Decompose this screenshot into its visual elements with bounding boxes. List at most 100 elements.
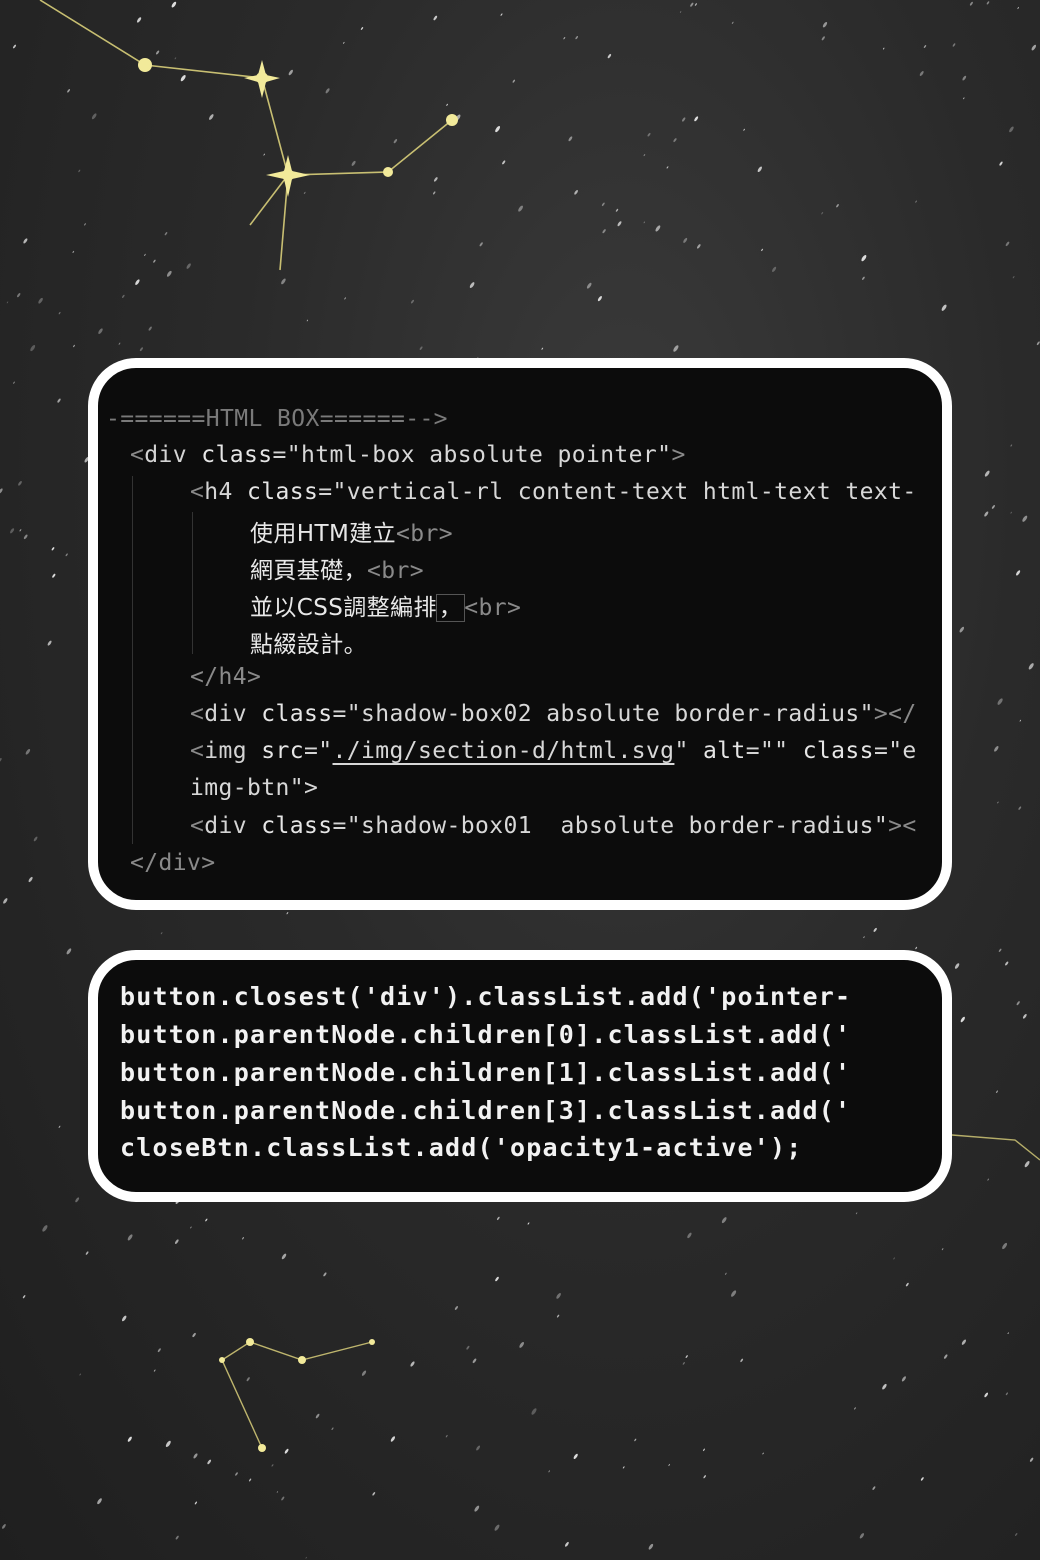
star-speck — [1015, 1533, 1018, 1536]
indent-guide — [132, 476, 133, 844]
star-speck — [882, 1383, 887, 1390]
star-speck — [164, 232, 168, 236]
star-speck — [410, 1361, 415, 1367]
star-speck — [58, 311, 61, 315]
star-speck — [281, 1496, 285, 1501]
star-speck — [995, 1090, 999, 1094]
star-speck — [615, 208, 619, 212]
star-speck — [47, 640, 52, 646]
star-speck — [186, 263, 191, 269]
star-speck — [855, 1212, 858, 1215]
tag-name: img — [204, 738, 262, 764]
star-speck — [743, 128, 745, 131]
star-speck — [284, 1448, 289, 1454]
star-speck — [139, 347, 143, 352]
star-speck — [17, 293, 21, 298]
star-speck — [502, 160, 506, 165]
tag-name: div — [204, 813, 262, 839]
star-speck — [668, 1463, 671, 1467]
star-speck — [548, 1470, 551, 1473]
star-speck — [303, 191, 306, 195]
star-speck — [315, 1413, 320, 1419]
star-speck — [419, 346, 423, 350]
star-speck — [73, 344, 75, 348]
star-speck — [390, 1436, 396, 1442]
selection-cursor: ， — [435, 594, 466, 622]
star-speck — [915, 200, 917, 203]
js-line: button.closest('div').classList.add('poi… — [120, 982, 852, 1011]
star-speck — [836, 204, 839, 208]
star-speck — [919, 71, 924, 76]
tag-lt: < — [190, 813, 205, 839]
star-speck — [821, 36, 825, 41]
star-speck — [762, 1452, 764, 1455]
star-speck — [1005, 1392, 1008, 1396]
star-speck — [821, 211, 824, 215]
code-line-h4-close: </h4> — [190, 664, 262, 690]
code-line-img: <img src="./img/section-d/html.svg" alt=… — [190, 738, 917, 764]
star-speck — [1002, 1242, 1008, 1250]
constellation-right — [951, 1134, 1040, 1161]
star-speck — [1007, 1332, 1009, 1335]
star-speck — [500, 13, 503, 16]
tag-name: h4 — [204, 479, 247, 505]
star-speck — [361, 1370, 367, 1376]
star-speck — [174, 57, 177, 60]
star-speck — [999, 161, 1003, 166]
star-speck — [923, 45, 927, 48]
star-speck — [248, 1478, 252, 1482]
star-speck — [22, 1295, 26, 1299]
code-line-shadow01: <div class="shadow-box01 absolute border… — [190, 813, 917, 839]
star-speck — [10, 528, 15, 534]
attr-eq: = — [745, 738, 760, 764]
constellation-bottom-stars — [219, 1338, 375, 1452]
star-speck — [893, 1257, 895, 1260]
star-speck — [57, 398, 61, 403]
star-speck — [85, 1251, 89, 1255]
html-comment: -======HTML BOX======--> — [106, 406, 448, 432]
br-tag: <br> — [367, 558, 424, 584]
star-speck — [647, 132, 651, 137]
attr-name: class — [802, 738, 874, 764]
star-speck — [175, 1535, 179, 1540]
star-speck — [30, 345, 36, 352]
js-line: button.parentNode.children[0].classList.… — [120, 1020, 852, 1049]
html-code-card: -======HTML BOX======--> <div class="htm… — [88, 358, 952, 910]
star-speck — [1022, 1013, 1027, 1019]
star-speck — [360, 27, 364, 30]
star-speck — [685, 1355, 688, 1358]
star-speck — [0, 758, 2, 762]
attr-name: alt — [702, 738, 746, 764]
star-speck — [242, 1237, 244, 1240]
tag-lt: < — [130, 442, 145, 468]
star-speck — [859, 1533, 865, 1539]
tag-lt: < — [190, 701, 205, 727]
star-speck — [863, 936, 865, 939]
attr-name: class — [261, 701, 333, 727]
star-speck — [682, 117, 686, 122]
star-speck — [1018, 806, 1022, 810]
star-speck — [42, 1225, 48, 1232]
star-speck — [969, 1, 973, 6]
attr-value: "" — [759, 738, 803, 764]
star-speck — [98, 328, 103, 334]
star-speck — [281, 278, 286, 285]
star-speck — [568, 136, 573, 142]
star-speck — [351, 160, 356, 166]
star-speck — [655, 225, 661, 232]
js-line: closeBtn.classList.add('opacity1-active'… — [120, 1133, 803, 1162]
tag-lt: < — [190, 738, 205, 764]
star-speck — [622, 1466, 625, 1469]
star-speck — [915, 946, 918, 950]
star-speck — [586, 282, 592, 289]
star-speck — [772, 266, 777, 272]
star-speck — [288, 69, 293, 76]
star-speck — [23, 534, 28, 540]
star-speck — [58, 1125, 61, 1128]
star-speck — [1012, 276, 1015, 279]
code-line-text-4: 點綴設計。 — [250, 625, 367, 659]
star-speck — [648, 1543, 654, 1550]
star-speck — [209, 114, 214, 120]
star-speck — [882, 47, 885, 50]
src-link[interactable]: ./img/section-d/html.svg — [333, 738, 675, 764]
